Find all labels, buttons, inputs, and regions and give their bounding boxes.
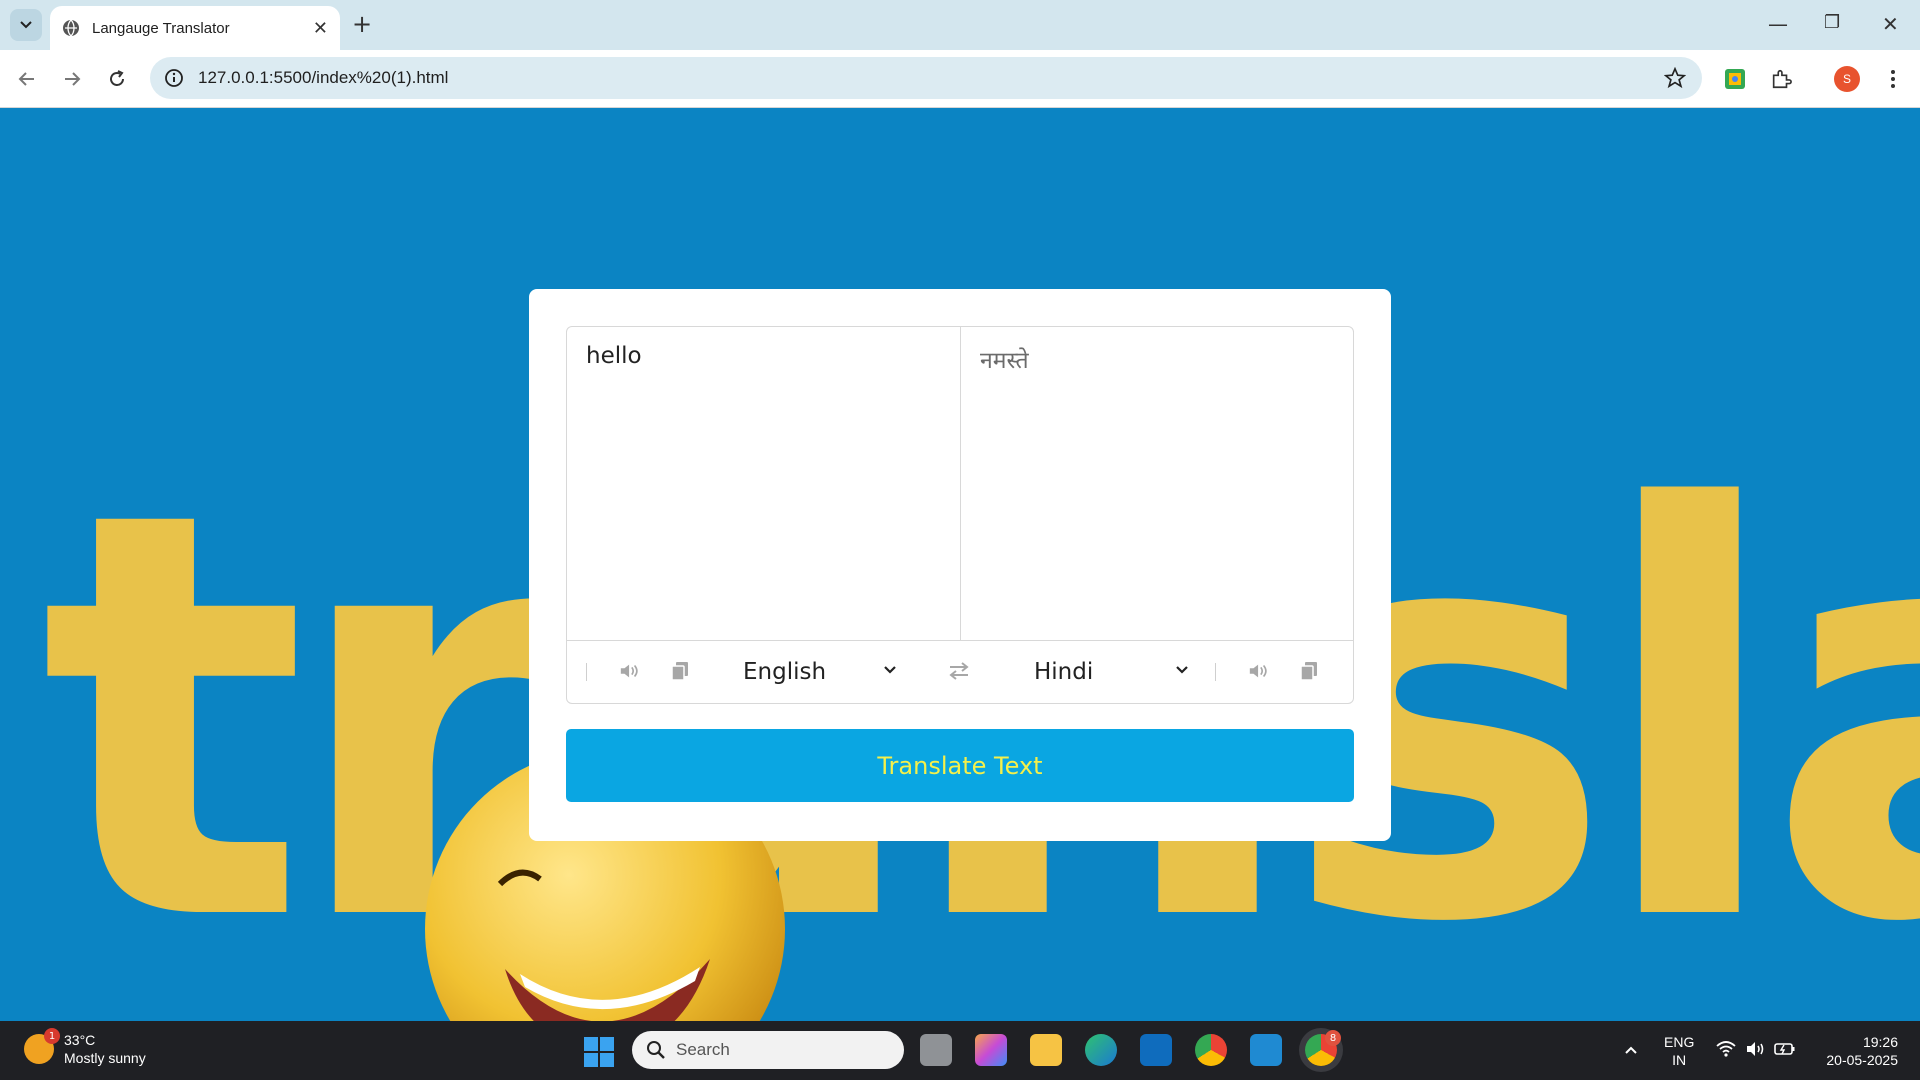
target-language-select[interactable]: Hindi (1034, 659, 1093, 685)
outlook-icon[interactable] (1140, 1034, 1172, 1066)
google-lens-icon (1725, 69, 1745, 89)
search-icon (647, 1041, 665, 1059)
source-text-input[interactable]: hello (567, 327, 961, 640)
new-tab-button[interactable]: + (352, 12, 372, 36)
weather-temp: 33°C (64, 1032, 96, 1048)
translated-text-output[interactable]: नमस्ते (961, 327, 1353, 640)
file-explorer-icon[interactable] (1030, 1034, 1062, 1066)
chevron-up-icon[interactable] (1624, 1045, 1638, 1055)
avatar: S (1834, 66, 1860, 92)
copilot-icon[interactable] (975, 1034, 1007, 1066)
region-code: IN (1672, 1052, 1687, 1068)
arrow-right-icon (65, 72, 81, 86)
notification-badge: 1 (44, 1028, 60, 1044)
weather-icon: 1 (24, 1028, 60, 1064)
browser-toolbar: 127.0.0.1:5500/index%20(1).html S (0, 50, 1920, 108)
browser-tab[interactable]: Langauge Translator ✕ (50, 6, 340, 50)
battery-icon[interactable] (1774, 1041, 1796, 1057)
arrow-left-icon (18, 72, 34, 86)
task-view-icon[interactable] (920, 1034, 952, 1066)
kebab-menu-icon (1891, 70, 1895, 88)
translator-card: hello नमस्ते English Hindi Translate Tex… (529, 289, 1391, 841)
translate-button[interactable]: Translate Text (566, 729, 1354, 802)
taskbar-search[interactable]: Search (632, 1031, 904, 1069)
address-bar[interactable]: 127.0.0.1:5500/index%20(1).html (150, 57, 1702, 99)
extensions-button[interactable] (1766, 64, 1796, 94)
copy-icon[interactable] (671, 661, 689, 681)
start-button[interactable] (584, 1037, 614, 1067)
wifi-icon[interactable] (1716, 1041, 1736, 1057)
chrome-notification-badge: 8 (1325, 1030, 1341, 1046)
edge-icon[interactable] (1085, 1034, 1117, 1066)
chevron-down-icon[interactable] (1175, 665, 1189, 675)
language-controls: English Hindi (567, 640, 1353, 703)
chevron-down-icon[interactable] (883, 665, 897, 675)
volume-icon[interactable] (1746, 1041, 1766, 1057)
copy-icon[interactable] (1300, 661, 1318, 681)
forward-button[interactable] (57, 64, 87, 94)
bookmark-star-icon[interactable] (1664, 67, 1686, 89)
divider (1215, 663, 1216, 681)
menu-button[interactable] (1878, 64, 1908, 94)
language-code: ENG (1664, 1034, 1695, 1050)
globe-icon (63, 19, 79, 37)
divider (586, 663, 587, 681)
chrome-icon[interactable] (1195, 1034, 1227, 1066)
profile-button[interactable]: S (1832, 64, 1862, 94)
weather-widget[interactable]: 1 33°C Mostly sunny (24, 1028, 146, 1067)
windows-taskbar: 1 33°C Mostly sunny Search 8 ENG IN 19:2… (0, 1021, 1920, 1080)
restore-button[interactable]: ❐ (1824, 12, 1840, 33)
clock[interactable]: 19:26 20-05-2025 (1818, 1033, 1898, 1069)
search-label: Search (676, 1040, 730, 1059)
date: 20-05-2025 (1826, 1052, 1898, 1068)
close-tab-icon[interactable]: ✕ (313, 18, 328, 39)
tab-strip: Langauge Translator ✕ + — ❐ ✕ (0, 0, 1920, 50)
extension-button[interactable] (1720, 64, 1750, 94)
minimize-button[interactable]: — (1768, 12, 1788, 36)
close-window-button[interactable]: ✕ (1882, 12, 1899, 36)
site-info-icon[interactable] (164, 68, 184, 88)
speaker-icon[interactable] (1248, 661, 1270, 681)
reload-icon (110, 70, 124, 86)
chrome-active-icon[interactable]: 8 (1305, 1030, 1341, 1066)
source-language-select[interactable]: English (743, 659, 826, 685)
tab-search-button[interactable] (10, 9, 42, 41)
back-button[interactable] (12, 64, 42, 94)
tab-title: Langauge Translator (92, 19, 230, 37)
reload-button[interactable] (102, 64, 132, 94)
chevron-down-icon (20, 21, 32, 29)
translation-panel: hello नमस्ते English Hindi (566, 326, 1354, 704)
weather-desc: Mostly sunny (64, 1050, 146, 1066)
swap-languages-icon[interactable] (947, 661, 971, 681)
vscode-icon[interactable] (1250, 1034, 1282, 1066)
puzzle-icon (1772, 69, 1792, 89)
url-text: 127.0.0.1:5500/index%20(1).html (198, 68, 449, 87)
speaker-icon[interactable] (619, 661, 641, 681)
input-language[interactable]: ENG IN (1664, 1033, 1694, 1069)
time: 19:26 (1862, 1034, 1898, 1050)
